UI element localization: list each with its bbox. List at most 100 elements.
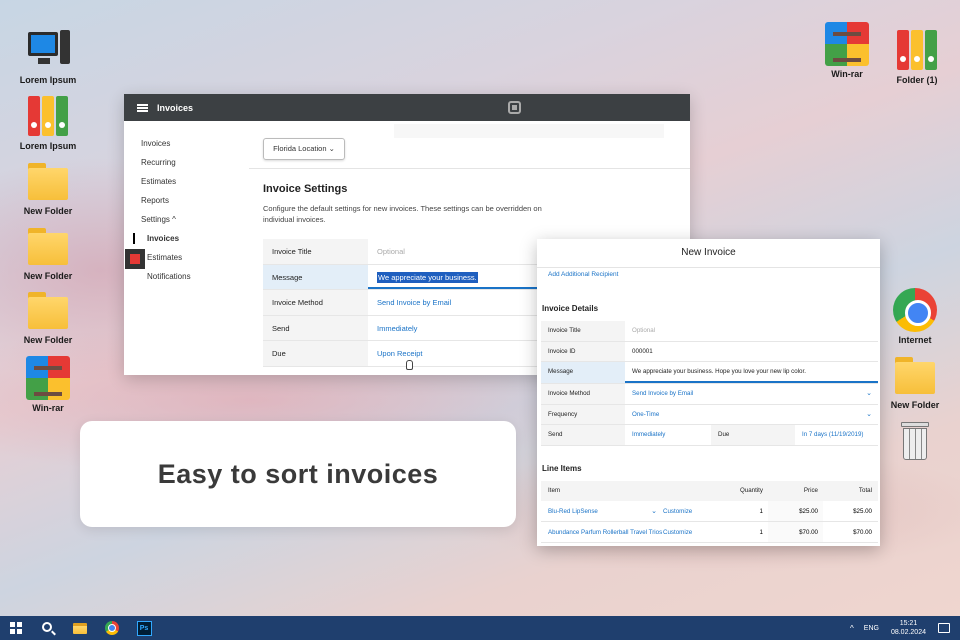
- sidebar-subitem-invoices[interactable]: Invoices: [124, 229, 249, 248]
- settings-row: Due Upon Receipt: [263, 341, 563, 367]
- invoice-id-input[interactable]: 000001: [625, 342, 878, 362]
- message-input[interactable]: We appreciate your business.: [368, 265, 563, 289]
- desktop-icon-folder[interactable]: New Folder: [880, 353, 950, 410]
- chrome-icon: [893, 288, 937, 332]
- search-icon: [42, 622, 52, 632]
- taskbar-chrome[interactable]: [96, 616, 128, 640]
- desktop-icon-internet[interactable]: Internet: [880, 288, 950, 345]
- desktop-icon-binders[interactable]: Folder (1): [882, 28, 952, 85]
- customize-link[interactable]: Customize: [663, 522, 713, 542]
- binders-icon: [895, 28, 939, 72]
- new-invoice-title: New Invoice: [681, 247, 736, 258]
- details-row: Message We appreciate your business. Hop…: [541, 362, 878, 384]
- hamburger-menu-icon[interactable]: [137, 103, 148, 112]
- col-header-total: Total: [858, 487, 872, 494]
- clock[interactable]: 15:21 08.02.2024: [891, 619, 926, 637]
- due-select[interactable]: Upon Receipt: [368, 341, 563, 366]
- desktop-icon-label: New Folder: [23, 271, 73, 281]
- col-header-price: Price: [803, 487, 818, 494]
- language-indicator[interactable]: ENG: [864, 625, 879, 632]
- invoice-settings-table: Invoice Title Optional Message We apprec…: [263, 239, 563, 367]
- location-dropdown[interactable]: Florida Location ⌄: [263, 138, 345, 160]
- desktop-icon-folder[interactable]: New Folder: [13, 288, 83, 345]
- desktop-icon-label: Internet: [898, 335, 932, 345]
- chevron-down-icon: ⌄: [866, 390, 872, 397]
- send-select[interactable]: Immediately: [625, 425, 711, 445]
- table-row: Abundance Parfum Rollerball Travel Trios…: [541, 522, 878, 543]
- desktop-icon-label: Win-rar: [32, 403, 64, 413]
- item-select[interactable]: Blu-Red LipSense ⌄: [541, 501, 663, 521]
- line-items-heading: Line Items: [542, 464, 582, 473]
- clock-time: 15:21: [899, 620, 918, 627]
- desktop-icon-folder[interactable]: New Folder: [13, 159, 83, 216]
- quantity-cell[interactable]: 1: [713, 522, 768, 542]
- invoice-title-input[interactable]: Optional: [368, 239, 563, 264]
- desktop-icon-label: New Folder: [890, 400, 940, 410]
- price-cell: $25.00: [768, 501, 823, 521]
- sidebar-item-estimates[interactable]: Estimates: [124, 172, 249, 191]
- start-button[interactable]: [0, 616, 32, 640]
- invoice-title-input[interactable]: Optional: [625, 321, 878, 341]
- caption-card: Easy to sort invoices: [80, 421, 516, 527]
- table-header: Item Quantity Price Total: [541, 481, 878, 501]
- desktop-icon-winrar[interactable]: Win-rar: [13, 356, 83, 413]
- desktop-icon-label: New Folder: [23, 335, 73, 345]
- row-label: Invoice Method: [541, 384, 625, 404]
- details-row: Frequency One-Time ⌄: [541, 404, 878, 425]
- photoshop-icon: Ps: [136, 620, 152, 636]
- details-row: Invoice ID 000001: [541, 341, 878, 362]
- taskbar-photoshop[interactable]: Ps: [128, 616, 160, 640]
- customize-link[interactable]: Customize: [663, 501, 713, 521]
- settings-row: Invoice Method Send Invoice by Email: [263, 290, 563, 316]
- winrar-icon: [26, 356, 70, 400]
- record-icon[interactable]: [125, 249, 145, 269]
- desktop-icon-recycle-bin[interactable]: [880, 418, 950, 465]
- sidebar-subitem-notifications[interactable]: Notifications: [124, 267, 249, 286]
- section-title: Invoice Settings: [263, 183, 348, 195]
- quantity-cell[interactable]: 1: [713, 501, 768, 521]
- col-header-quantity: Quantity: [739, 487, 763, 494]
- col-header-action: [663, 481, 713, 501]
- desktop-icon-winrar[interactable]: Win-rar: [812, 22, 882, 79]
- sidebar-item-settings[interactable]: Settings ^: [124, 210, 249, 229]
- due-select[interactable]: In 7 days (11/19/2019): [795, 425, 878, 445]
- message-input[interactable]: We appreciate your business. Hope you lo…: [625, 362, 878, 383]
- item-select[interactable]: Abundance Parfum Rollerball Travel Trios: [541, 522, 663, 542]
- section-description: Configure the default settings for new i…: [263, 204, 542, 224]
- sidebar-item-invoices[interactable]: Invoices: [124, 134, 249, 153]
- settings-row: Message We appreciate your business.: [263, 264, 563, 290]
- invoice-method-select[interactable]: Send Invoice by Email: [368, 290, 563, 315]
- notification-icon[interactable]: [938, 623, 950, 633]
- folder-icon: [26, 159, 70, 203]
- binders-icon: [26, 94, 70, 138]
- square-logo-icon: [508, 101, 521, 114]
- add-recipient-link[interactable]: Add Additional Recipient: [548, 271, 618, 278]
- frequency-select[interactable]: One-Time ⌄: [625, 405, 878, 425]
- row-label: Invoice Title: [263, 239, 368, 264]
- row-label: Frequency: [541, 404, 625, 424]
- winrar-icon: [825, 22, 869, 66]
- send-select[interactable]: Immediately: [368, 316, 563, 341]
- select-value: One-Time: [632, 410, 660, 418]
- chevron-up-icon[interactable]: ^: [850, 624, 854, 633]
- row-label: Invoice Method: [263, 290, 368, 315]
- sidebar-item-reports[interactable]: Reports: [124, 191, 249, 210]
- row-label: Due: [711, 425, 795, 445]
- sidebar-item-recurring[interactable]: Recurring: [124, 153, 249, 172]
- row-label: Due: [263, 341, 368, 366]
- table-row: Blu-Red LipSense ⌄ Customize 1 $25.00 $25…: [541, 501, 878, 522]
- settings-row: Invoice Title Optional: [263, 239, 563, 265]
- item-name: Blu-Red LipSense: [548, 508, 598, 515]
- search-button[interactable]: [32, 616, 64, 640]
- folder-icon: [893, 353, 937, 397]
- item-name: Abundance Parfum Rollerball Travel Trios: [548, 529, 663, 536]
- desktop-icon-folder[interactable]: New Folder: [13, 224, 83, 281]
- desktop-icon-label: Lorem Ipsum: [19, 141, 77, 151]
- desktop-icon-computer[interactable]: Lorem Ipsum: [13, 28, 83, 85]
- desktop-icon-label: New Folder: [23, 206, 73, 216]
- taskbar-file-explorer[interactable]: [64, 616, 96, 640]
- invoices-title: Invoices: [157, 102, 194, 113]
- header-search-area: [394, 124, 664, 138]
- desktop-icon-binders[interactable]: Lorem Ipsum: [13, 94, 83, 151]
- invoice-method-select[interactable]: Send Invoice by Email ⌄: [625, 384, 878, 404]
